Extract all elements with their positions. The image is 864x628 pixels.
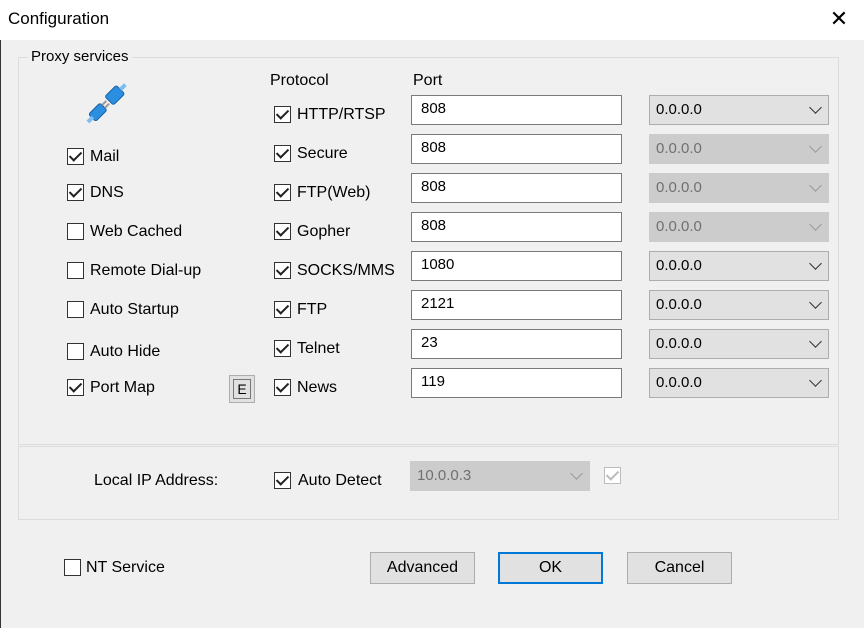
bind-address-value: 0.0.0.0 (656, 179, 702, 196)
port-input[interactable]: 119 (411, 368, 622, 398)
protocol-checkbox[interactable] (274, 379, 291, 396)
protocol-checkbox[interactable] (274, 223, 291, 240)
cancel-button[interactable]: Cancel (627, 552, 732, 584)
protocol-checkbox[interactable] (274, 145, 291, 162)
protocol-checkbox[interactable] (274, 301, 291, 318)
port-input[interactable]: 1080 (411, 251, 622, 281)
local-ip-value: 10.0.0.3 (417, 467, 472, 484)
bind-address-select[interactable]: 0.0.0.0 (649, 329, 829, 359)
bind-address-value: 0.0.0.0 (656, 218, 702, 235)
auto-detect-label: Auto Detect (298, 472, 382, 489)
service-checkbox[interactable] (67, 301, 84, 318)
protocol-header: Protocol (270, 72, 329, 89)
local-ip-label: Local IP Address: (94, 472, 219, 489)
proxy-services-legend: Proxy services (28, 48, 132, 65)
chevron-down-icon (809, 335, 822, 348)
service-label: Web Cached (90, 223, 183, 240)
protocol-label: SOCKS/MMS (297, 262, 395, 279)
close-icon[interactable]: ✕ (826, 6, 852, 32)
port-input[interactable]: 2121 (411, 290, 622, 320)
port-input[interactable]: 808 (411, 212, 622, 242)
chevron-down-icon (809, 257, 822, 270)
bind-address-value: 0.0.0.0 (656, 335, 702, 352)
protocol-label: Secure (297, 145, 348, 162)
service-checkbox[interactable] (67, 343, 84, 360)
bind-address-select[interactable]: 0.0.0.0 (649, 95, 829, 125)
service-checkbox[interactable] (67, 148, 84, 165)
chevron-down-icon (809, 374, 822, 387)
bind-address-select[interactable]: 0.0.0.0 (649, 290, 829, 320)
port-input[interactable]: 23 (411, 329, 622, 359)
protocol-checkbox[interactable] (274, 262, 291, 279)
service-label: Auto Hide (90, 343, 161, 360)
advanced-button[interactable]: Advanced (370, 552, 475, 584)
nt-service-checkbox[interactable] (64, 559, 81, 576)
chevron-down-icon (809, 179, 822, 192)
ok-button[interactable]: OK (498, 552, 603, 584)
chevron-down-icon (570, 467, 583, 480)
protocol-label: Telnet (297, 340, 340, 357)
protocol-label: FTP(Web) (297, 184, 371, 201)
bind-address-value: 0.0.0.0 (656, 140, 702, 157)
bind-address-select[interactable]: 0.0.0.0 (649, 212, 829, 242)
protocol-label: News (297, 379, 338, 396)
service-label: DNS (90, 184, 124, 201)
protocol-checkbox[interactable] (274, 106, 291, 123)
service-label: Mail (90, 148, 120, 165)
protocol-checkbox[interactable] (274, 340, 291, 357)
chevron-down-icon (809, 140, 822, 153)
protocol-label: Gopher (297, 223, 351, 240)
protocol-label: FTP (297, 301, 328, 318)
service-label: Port Map (90, 379, 155, 396)
local-ip-extra-checkbox[interactable] (604, 467, 621, 484)
service-checkbox[interactable] (67, 379, 84, 396)
chevron-down-icon (809, 296, 822, 309)
auto-detect-checkbox[interactable] (274, 472, 291, 489)
bind-address-select[interactable]: 0.0.0.0 (649, 173, 829, 203)
protocol-checkbox[interactable] (274, 184, 291, 201)
service-checkbox[interactable] (67, 184, 84, 201)
plug-connector-icon (82, 78, 132, 128)
port-input[interactable]: 808 (411, 134, 622, 164)
chevron-down-icon (809, 101, 822, 114)
port-map-edit-button[interactable]: E (229, 375, 255, 403)
bind-address-select[interactable]: 0.0.0.0 (649, 134, 829, 164)
bind-address-value: 0.0.0.0 (656, 296, 702, 313)
port-input[interactable]: 808 (411, 95, 622, 125)
bind-address-select[interactable]: 0.0.0.0 (649, 368, 829, 398)
service-label: Auto Startup (90, 301, 179, 318)
window-left-border (0, 0, 1, 628)
port-header: Port (413, 72, 443, 89)
service-checkbox[interactable] (67, 223, 84, 240)
protocol-label: HTTP/RTSP (297, 106, 386, 123)
service-checkbox[interactable] (67, 262, 84, 279)
chevron-down-icon (809, 218, 822, 231)
service-label: Remote Dial-up (90, 262, 202, 279)
bind-address-value: 0.0.0.0 (656, 101, 702, 118)
bind-address-value: 0.0.0.0 (656, 257, 702, 274)
nt-service-label: NT Service (86, 559, 165, 576)
title-bar: Configuration ✕ (0, 0, 864, 40)
local-ip-select[interactable]: 10.0.0.3 (410, 461, 590, 491)
bind-address-select[interactable]: 0.0.0.0 (649, 251, 829, 281)
window-title: Configuration (8, 9, 110, 28)
port-input[interactable]: 808 (411, 173, 622, 203)
bind-address-value: 0.0.0.0 (656, 374, 702, 391)
